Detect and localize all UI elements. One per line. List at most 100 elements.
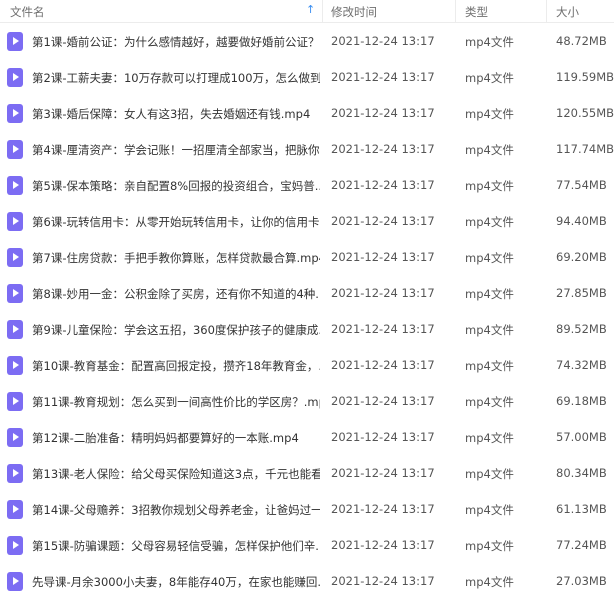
column-modified-header[interactable]: 修改时间 [331, 4, 377, 20]
file-size: 74.32MB [556, 358, 607, 372]
file-size: 61.13MB [556, 502, 607, 516]
file-type: mp4文件 [465, 467, 514, 481]
file-row[interactable]: 第10课-教育基金：配置高回报定投，攒齐18年教育金，... 2021-12-24… [0, 347, 614, 383]
column-size-header[interactable]: 大小 [556, 4, 579, 20]
file-size: 120.55MB [556, 106, 614, 120]
file-modified-time: 2021-12-24 13:17 [331, 286, 435, 300]
file-list: 文件名 ↑ 修改时间 类型 大小 第1课-婚前公证：为什么感情越好，越要做好婚前… [0, 0, 614, 600]
file-name: 第4课-厘清资产：学会记账！一招厘清全部家当，把脉你... [32, 143, 320, 157]
file-size: 77.24MB [556, 538, 607, 552]
file-row[interactable]: 第14课-父母赡养：3招教你规划父母养老金，让爸妈过一... 2021-12-24… [0, 491, 614, 527]
video-file-icon [7, 284, 23, 303]
file-type: mp4文件 [465, 35, 514, 49]
file-row[interactable]: 第3课-婚后保障：女人有这3招，失去婚姻还有钱.mp4 2021-12-24 13… [0, 95, 614, 131]
column-type-header[interactable]: 类型 [465, 4, 488, 20]
file-type: mp4文件 [465, 71, 514, 85]
file-modified-time: 2021-12-24 13:17 [331, 322, 435, 336]
video-file-icon [7, 572, 23, 591]
file-name: 第15课-防骗课题：父母容易轻信受骗，怎样保护他们辛... [32, 539, 320, 553]
video-file-icon [7, 464, 23, 483]
video-file-icon [7, 392, 23, 411]
file-modified-time: 2021-12-24 13:17 [331, 250, 435, 264]
file-size: 27.85MB [556, 286, 607, 300]
column-divider[interactable] [546, 0, 547, 22]
file-row[interactable]: 先导课-月余3000小夫妻，8年能存40万，在家也能赚回... 2021-12-2… [0, 563, 614, 599]
file-row[interactable]: 第15课-防骗课题：父母容易轻信受骗，怎样保护他们辛... 2021-12-24 … [0, 527, 614, 563]
file-type: mp4文件 [465, 575, 514, 589]
column-header: 文件名 ↑ 修改时间 类型 大小 [0, 0, 614, 23]
file-name: 第7课-住房贷款：手把手教你算账，怎样贷款最合算.mp4 [32, 251, 320, 265]
video-file-icon [7, 176, 23, 195]
file-type: mp4文件 [465, 179, 514, 193]
file-name: 第5课-保本策略：亲自配置8%回报的投资组合，宝妈普... [32, 179, 320, 193]
video-file-icon [7, 500, 23, 519]
video-file-icon [7, 104, 23, 123]
file-size: 69.18MB [556, 394, 607, 408]
file-modified-time: 2021-12-24 13:17 [331, 538, 435, 552]
file-name: 第6课-玩转信用卡：从零开始玩转信用卡，让你的信用卡... [32, 215, 320, 229]
file-size: 69.20MB [556, 250, 607, 264]
file-row[interactable]: 第12课-二胎准备：精明妈妈都要算好的一本账.mp4 2021-12-24 13:… [0, 419, 614, 455]
file-row[interactable]: 第9课-儿童保险：学会这五招，360度保护孩子的健康成... 2021-12-24… [0, 311, 614, 347]
file-row[interactable]: 第5课-保本策略：亲自配置8%回报的投资组合，宝妈普... 2021-12-24 … [0, 167, 614, 203]
file-type: mp4文件 [465, 503, 514, 517]
file-type: mp4文件 [465, 395, 514, 409]
file-modified-time: 2021-12-24 13:17 [331, 430, 435, 444]
file-modified-time: 2021-12-24 13:17 [331, 214, 435, 228]
file-name: 第9课-儿童保险：学会这五招，360度保护孩子的健康成... [32, 323, 320, 337]
file-size: 57.00MB [556, 430, 607, 444]
file-row[interactable]: 第11课-教育规划：怎么买到一间高性价比的学区房？.mp4 2021-12-24 … [0, 383, 614, 419]
video-file-icon [7, 428, 23, 447]
file-name: 第12课-二胎准备：精明妈妈都要算好的一本账.mp4 [32, 431, 299, 445]
file-modified-time: 2021-12-24 13:17 [331, 178, 435, 192]
file-row[interactable]: 第2课-工薪夫妻：10万存款可以打理成100万，怎么做到... 2021-12-2… [0, 59, 614, 95]
file-name: 第2课-工薪夫妻：10万存款可以打理成100万，怎么做到... [32, 71, 320, 85]
file-row[interactable]: 第8课-妙用一金：公积金除了买房，还有你不知道的4种... 2021-12-24 … [0, 275, 614, 311]
file-row[interactable]: 第6课-玩转信用卡：从零开始玩转信用卡，让你的信用卡... 2021-12-24 … [0, 203, 614, 239]
file-type: mp4文件 [465, 251, 514, 265]
column-name-header[interactable]: 文件名 [10, 4, 45, 20]
file-row[interactable]: 第4课-厘清资产：学会记账！一招厘清全部家当，把脉你... 2021-12-24 … [0, 131, 614, 167]
file-type: mp4文件 [465, 431, 514, 445]
file-modified-time: 2021-12-24 13:17 [331, 34, 435, 48]
video-file-icon [7, 32, 23, 51]
file-type: mp4文件 [465, 143, 514, 157]
file-size: 94.40MB [556, 214, 607, 228]
file-modified-time: 2021-12-24 13:17 [331, 106, 435, 120]
file-name: 第11课-教育规划：怎么买到一间高性价比的学区房？.mp4 [32, 395, 320, 409]
video-file-icon [7, 68, 23, 87]
file-name: 第1课-婚前公证：为什么感情越好，越要做好婚前公证？... [32, 35, 320, 49]
file-size: 27.03MB [556, 574, 607, 588]
file-size: 119.59MB [556, 70, 614, 84]
file-size: 117.74MB [556, 142, 614, 156]
file-row[interactable]: 第1课-婚前公证：为什么感情越好，越要做好婚前公证？... 2021-12-24 … [0, 23, 614, 59]
file-type: mp4文件 [465, 215, 514, 229]
file-modified-time: 2021-12-24 13:17 [331, 502, 435, 516]
file-modified-time: 2021-12-24 13:17 [331, 466, 435, 480]
file-modified-time: 2021-12-24 13:17 [331, 358, 435, 372]
file-row[interactable]: 第7课-住房贷款：手把手教你算账，怎样贷款最合算.mp4 2021-12-24 1… [0, 239, 614, 275]
file-modified-time: 2021-12-24 13:17 [331, 574, 435, 588]
sort-up-arrow-icon[interactable]: ↑ [306, 3, 315, 16]
file-size: 77.54MB [556, 178, 607, 192]
column-divider[interactable] [455, 0, 456, 22]
file-type: mp4文件 [465, 359, 514, 373]
file-type: mp4文件 [465, 287, 514, 301]
file-name: 第13课-老人保险：给父母买保险知道这3点，千元也能看... [32, 467, 320, 481]
file-rows: 第1课-婚前公证：为什么感情越好，越要做好婚前公证？... 2021-12-24 … [0, 23, 614, 599]
file-modified-time: 2021-12-24 13:17 [331, 394, 435, 408]
file-name: 第8课-妙用一金：公积金除了买房，还有你不知道的4种... [32, 287, 320, 301]
file-name: 第14课-父母赡养：3招教你规划父母养老金，让爸妈过一... [32, 503, 320, 517]
file-size: 48.72MB [556, 34, 607, 48]
file-type: mp4文件 [465, 539, 514, 553]
video-file-icon [7, 140, 23, 159]
file-size: 89.52MB [556, 322, 607, 336]
video-file-icon [7, 212, 23, 231]
file-name: 第3课-婚后保障：女人有这3招，失去婚姻还有钱.mp4 [32, 107, 311, 121]
video-file-icon [7, 356, 23, 375]
file-name: 先导课-月余3000小夫妻，8年能存40万，在家也能赚回... [32, 575, 320, 589]
video-file-icon [7, 320, 23, 339]
file-row[interactable]: 第13课-老人保险：给父母买保险知道这3点，千元也能看... 2021-12-24… [0, 455, 614, 491]
video-file-icon [7, 248, 23, 267]
column-divider[interactable] [322, 0, 323, 22]
